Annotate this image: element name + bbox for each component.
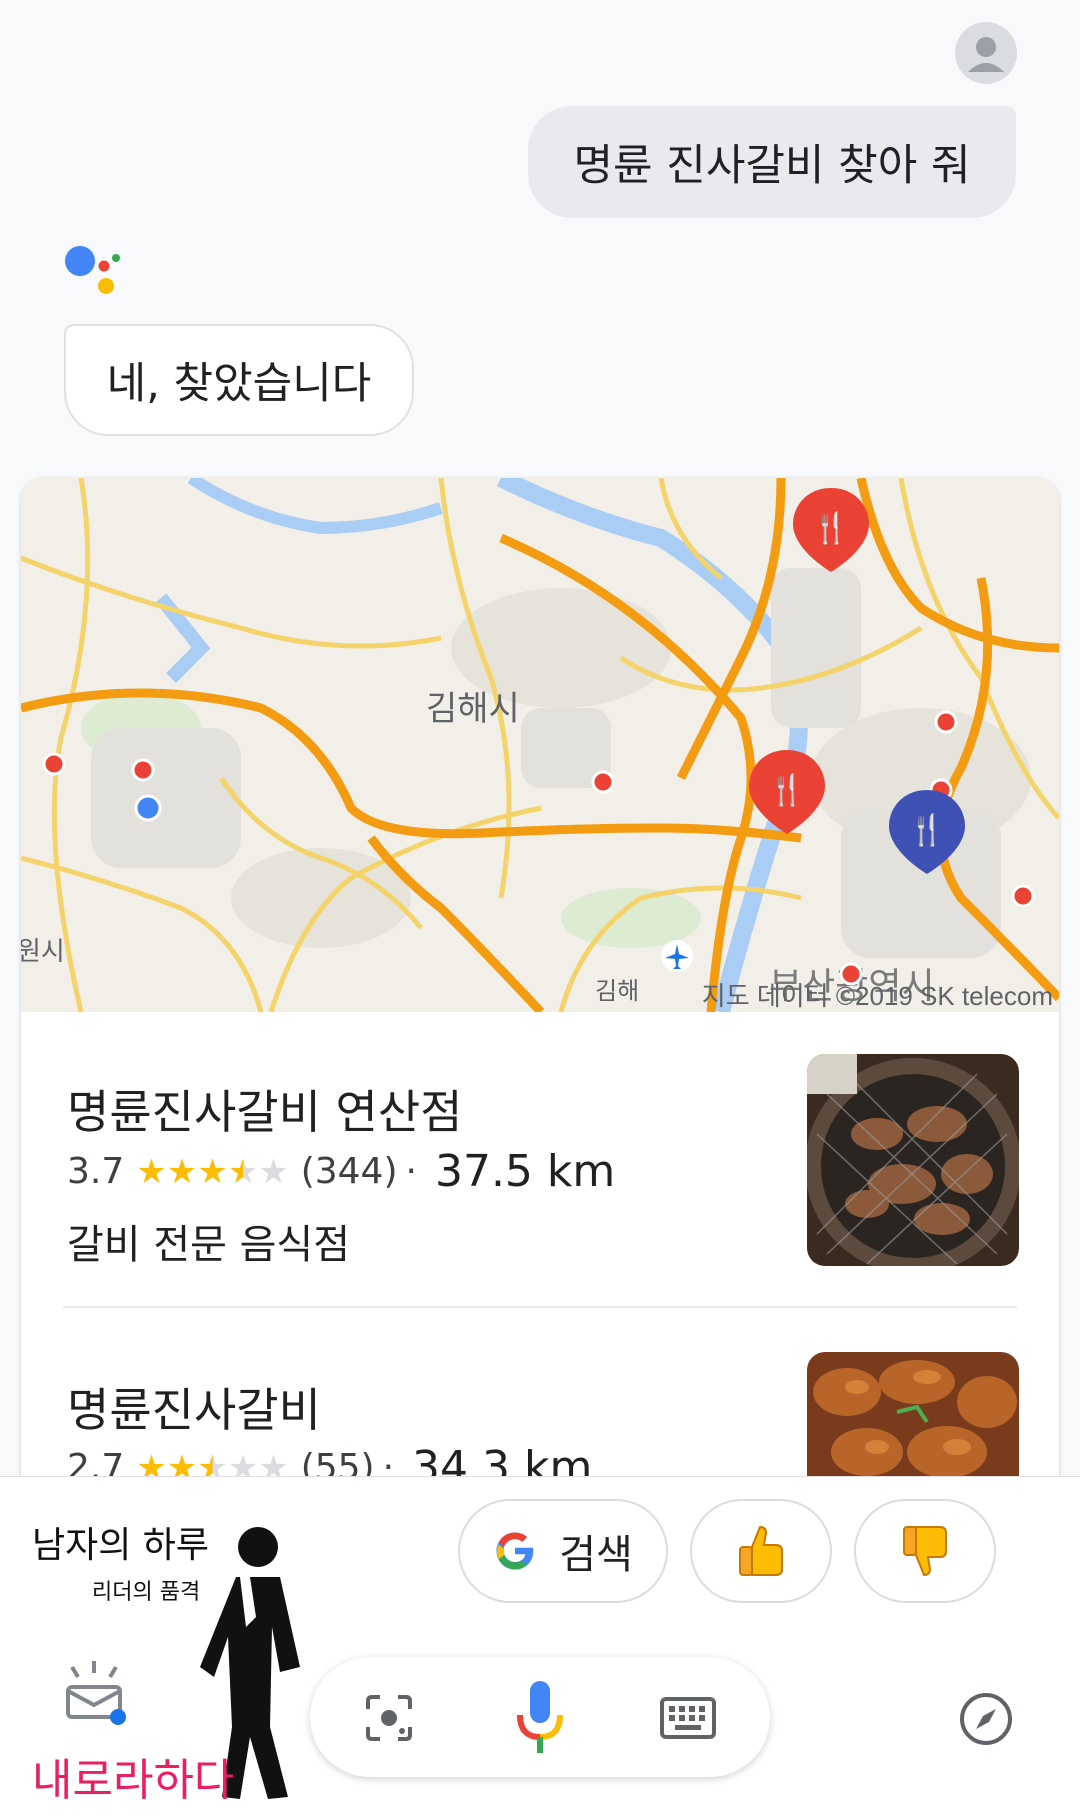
map-dot[interactable] (934, 710, 958, 734)
google-assistant-logo-icon (65, 246, 120, 294)
map-dot[interactable] (42, 752, 66, 776)
review-count: (55) (300, 1447, 375, 1478)
thumbs-down-icon (903, 1526, 947, 1577)
star-rating: ★ ★ ★ ★ ★ (136, 1451, 288, 1479)
review-count: (344) (300, 1151, 398, 1192)
bottom-panel: 남자의 하루 리더의 품격 내로라하다 검색 (0, 1476, 1080, 1817)
watermark-logo: 남자의 하루 리더의 품격 내로라하다 (32, 1525, 300, 1806)
places-result-card: 김해시 원시 부산광역시 김해 🍴 🍴 🍴 지도 데이터 ©2019 SK te… (21, 478, 1059, 1478)
assistant-reply-bubble: 네, 찾았습니다 (64, 324, 414, 436)
empty-star-icon: ★ (258, 1447, 289, 1479)
google-g-icon (496, 1532, 534, 1570)
keyboard-icon[interactable] (660, 1697, 716, 1739)
place-category: 갈비 전문 음식점 (67, 1222, 351, 1268)
current-location-dot (134, 794, 162, 822)
separator-dot: · (405, 1151, 417, 1192)
watermark-line3: 내로라하다 (32, 1755, 234, 1806)
empty-star-icon: ★ (227, 1447, 259, 1479)
thumbs-down-chip[interactable] (854, 1499, 996, 1603)
place-listing[interactable]: 명륜진사갈비 연산점 3.7 ★ ★ ★ ★ ★ (344) · 37.5 km… (21, 1012, 1059, 1342)
star-icon: ★ (166, 1151, 198, 1192)
distance: 34.3 km (412, 1442, 593, 1478)
person-icon (968, 37, 1004, 72)
watermark-line2: 리더의 품격 (92, 1580, 200, 1605)
rating-value: 2.7 (67, 1447, 125, 1478)
star-icon: ★ (136, 1447, 167, 1479)
search-chip-label: 검색 (559, 1532, 633, 1578)
watermark-line1: 남자의 하루 (32, 1525, 209, 1566)
place-thumbnail-meat[interactable] (807, 1352, 1019, 1478)
lens-icon[interactable] (364, 1693, 414, 1743)
user-avatar[interactable] (955, 22, 1017, 84)
airport-icon (661, 940, 693, 972)
map-view[interactable]: 김해시 원시 부산광역시 김해 🍴 🍴 🍴 (21, 478, 1059, 1012)
updates-icon[interactable] (66, 1661, 126, 1725)
empty-star-icon: ★ (258, 1151, 289, 1192)
map-airport-label: 김해 (595, 977, 639, 1005)
half-star-icon: ★ (197, 1451, 227, 1479)
star-icon: ★ (136, 1151, 167, 1192)
urban-area (91, 728, 241, 868)
rating-value: 3.7 (67, 1151, 125, 1192)
map-edge-label: 원시 (21, 937, 65, 967)
place-name: 명륜진사갈비 연산점 (67, 1085, 463, 1139)
user-query-text: 명륜 진사갈비 찾아 줘 (573, 141, 971, 191)
park-area (561, 888, 701, 948)
listing-divider (63, 1306, 1017, 1308)
urban-area (771, 568, 861, 728)
microphone-icon[interactable] (512, 1677, 568, 1761)
half-star-icon: ★ (227, 1151, 259, 1192)
distance: 37.5 km (434, 1146, 616, 1197)
map-dot[interactable] (131, 758, 155, 782)
fork-knife-icon: 🍴 (768, 772, 805, 808)
place-rating-row: 2.7 ★ ★ ★ ★ ★ (55) · 34.3 km (67, 1442, 592, 1478)
user-query-bubble: 명륜 진사갈비 찾아 줘 (528, 106, 1016, 218)
search-chip[interactable]: 검색 (458, 1499, 668, 1603)
map-dot[interactable] (591, 770, 615, 794)
place-name: 명륜진사갈비 (67, 1383, 321, 1437)
map-attribution: 지도 데이터 ©2019 SK telecom (701, 981, 1053, 1011)
star-icon: ★ (166, 1447, 198, 1479)
place-rating-row: 3.7 ★ ★ ★ ★ ★ (344) · 37.5 km (67, 1146, 615, 1197)
thumbs-up-chip[interactable] (690, 1499, 832, 1603)
place-thumbnail-grill[interactable] (807, 1054, 1019, 1266)
separator-dot: · (382, 1447, 395, 1478)
fork-knife-icon: 🍴 (908, 812, 945, 848)
star-rating: ★ ★ ★ ★ ★ (136, 1155, 288, 1189)
assistant-reply-text: 네, 찾았습니다 (106, 359, 372, 409)
map-dot[interactable] (1011, 884, 1035, 908)
compass-icon[interactable] (958, 1691, 1014, 1747)
fork-knife-icon: 🍴 (812, 510, 849, 546)
map-city-label: 김해시 (426, 689, 520, 729)
thumbs-up-icon (739, 1525, 783, 1576)
assistant-input-bar (310, 1657, 770, 1777)
star-icon: ★ (197, 1151, 228, 1192)
place-listing[interactable]: 명륜진사갈비 2.7 ★ ★ ★ ★ ★ (55) · 34.3 km (21, 1314, 1059, 1478)
